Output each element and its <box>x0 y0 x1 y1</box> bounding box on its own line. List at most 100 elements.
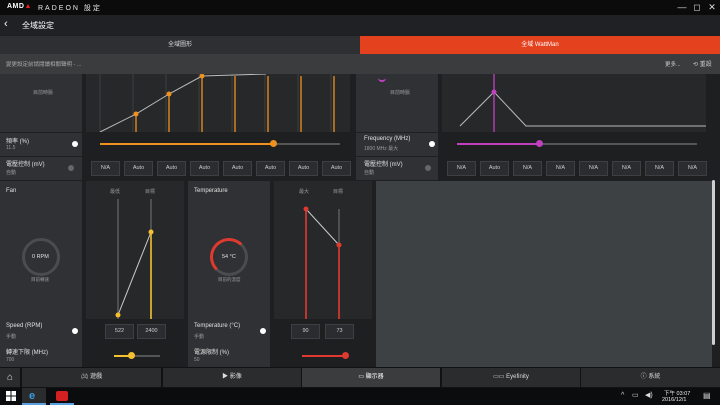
mem-voltage-state-2[interactable]: N/A <box>513 161 542 176</box>
close-button[interactable]: ✕ <box>706 1 718 13</box>
temp-target-value[interactable]: 73 <box>325 324 354 339</box>
nav-gaming[interactable]: 🎮︎ 遊戲 <box>22 368 161 387</box>
volume-icon[interactable]: ◀) <box>645 391 653 399</box>
restore-button[interactable]: ◻ <box>691 1 703 13</box>
mem-freq-slider-fill <box>457 143 539 145</box>
nav-eyefinity[interactable]: ▭▭ Eyefinity <box>442 368 580 387</box>
fan-min-value[interactable]: 522 <box>105 324 134 339</box>
fan-min-slider-track[interactable] <box>114 352 160 359</box>
mem-voltage-state-3[interactable]: N/A <box>546 161 575 176</box>
gpu-freq-slider-handle[interactable] <box>270 140 277 147</box>
temp-max-point[interactable] <box>303 206 309 212</box>
gpu-freq-slider-track[interactable] <box>100 140 340 147</box>
fan-speed-toggle[interactable] <box>72 328 78 334</box>
mem-clock-graph <box>442 74 706 132</box>
windows-start-icon[interactable] <box>6 391 16 401</box>
taskbar-date[interactable]: 2016/12/1 <box>662 397 686 403</box>
mem-voltage-state-7[interactable]: N/A <box>678 161 707 176</box>
nav-eyefinity-label: Eyefinity <box>506 374 529 380</box>
mem-voltage-state-4[interactable]: N/A <box>579 161 608 176</box>
gpu-voltage-state-4[interactable]: Auto <box>223 161 252 176</box>
back-button[interactable]: ‹ <box>4 18 8 30</box>
mem-voltage-state-0[interactable]: N/A <box>447 161 476 176</box>
fan-col-target: 目標 <box>145 189 156 195</box>
fan-target-value[interactable]: 2400 <box>137 324 166 339</box>
gamepad-icon: 🎮︎ <box>80 374 91 380</box>
mem-voltage-label: 電壓控制 (mV) <box>364 162 403 168</box>
gpu-state-point[interactable] <box>199 73 205 79</box>
temp-reading-caption: 目前的溫度 <box>218 277 241 282</box>
edge-taskbar-button[interactable]: e <box>22 388 46 405</box>
gpu-state-point[interactable] <box>166 91 172 97</box>
gpu-gauge-caption: 目前時脈 <box>33 90 54 96</box>
gpu-voltage-state-7[interactable]: Auto <box>322 161 351 176</box>
power-slider-track[interactable] <box>302 352 349 359</box>
app-title: RADEON 設定 <box>38 5 102 12</box>
eyefinity-icon: ▭▭ <box>493 374 507 380</box>
mem-freq-slider-handle[interactable] <box>536 140 543 147</box>
temp-max-value[interactable]: 90 <box>291 324 320 339</box>
nav-video[interactable]: ▶ 影像 <box>163 368 301 387</box>
gpu-freq-slider-fill <box>100 143 273 145</box>
radeon-taskbar-button[interactable] <box>50 388 74 405</box>
fan-min-slider-handle[interactable] <box>128 352 135 359</box>
gpu-voltage-toggle[interactable] <box>68 165 74 171</box>
gpu-voltage-state-3[interactable]: Auto <box>190 161 219 176</box>
minimize-button[interactable]: — <box>676 1 688 13</box>
empty-area <box>376 181 712 367</box>
fan-min-point[interactable] <box>115 312 121 318</box>
temp-title: Temperature <box>194 188 228 194</box>
tab-global-wattman[interactable]: 全域 WattMan <box>360 36 720 54</box>
power-slider-handle[interactable] <box>342 352 349 359</box>
mem-voltage-state-1[interactable]: Auto <box>480 161 509 176</box>
temp-target-point[interactable] <box>336 242 342 248</box>
taskbar-time[interactable]: 下午 03:07 <box>664 389 690 397</box>
gpu-freq-toggle[interactable] <box>72 141 78 147</box>
taskbar <box>0 388 720 405</box>
fan-curve-graph <box>86 181 184 319</box>
gpu-state-point[interactable] <box>133 111 139 117</box>
gpu-voltage-label: 電壓控制 (mV) <box>6 162 45 168</box>
fan-target-point[interactable] <box>148 229 154 235</box>
gpu-voltage-state-1[interactable]: Auto <box>124 161 153 176</box>
play-icon: ▶ <box>222 374 230 380</box>
page-title: 全域設定 <box>22 21 54 30</box>
fan-speed-mode: 手動 <box>6 334 17 340</box>
mem-voltage-state-5[interactable]: N/A <box>612 161 641 176</box>
mem-freq-slider-track[interactable] <box>457 140 697 147</box>
more-link[interactable]: 更多... <box>665 60 681 68</box>
mem-gauge-arc <box>378 74 386 82</box>
fan-title: Fan <box>6 188 17 194</box>
tray-chevron-icon[interactable]: ^ <box>621 392 624 399</box>
nav-display[interactable]: ▭ 顯示器 <box>302 368 440 387</box>
home-icon[interactable]: ⌂ <box>0 368 20 387</box>
action-center-icon[interactable]: ▤ <box>703 391 711 400</box>
power-label: 電源限制 (%) <box>194 350 229 356</box>
mem-voltage-state-6[interactable]: N/A <box>645 161 674 176</box>
gpu-voltage-state-2[interactable]: Auto <box>157 161 186 176</box>
edge-icon: e <box>29 390 36 402</box>
tab-global-graphics[interactable]: 全域圖形 <box>0 36 360 54</box>
mem-freq-value: 1800 MHz 最大 <box>364 146 399 152</box>
temp-col-max: 最大 <box>299 189 310 195</box>
mem-freq-toggle[interactable] <box>429 141 435 147</box>
reset-label: 重設 <box>699 62 712 68</box>
gpu-voltage-mode: 自動 <box>6 170 17 176</box>
fan-min-limit: 700 <box>6 357 15 363</box>
gpu-voltage-state-5[interactable]: Auto <box>256 161 285 176</box>
mem-gauge-panel <box>356 74 438 132</box>
mem-voltage-toggle[interactable] <box>425 165 431 171</box>
gpu-voltage-state-0[interactable]: N/A <box>91 161 120 176</box>
temp-reading: 54 °C <box>222 254 236 260</box>
fan-rpm-value: 0 RPM <box>32 254 49 260</box>
scrollbar-thumb[interactable] <box>712 180 715 345</box>
reset-button[interactable]: ⟲ 重設 <box>693 59 712 68</box>
network-icon[interactable]: ▭ <box>632 391 639 399</box>
nav-system[interactable]: ⓘ 系統 <box>581 368 720 387</box>
gpu-voltage-state-6[interactable]: Auto <box>289 161 318 176</box>
title-bar <box>0 0 720 15</box>
temp-toggle[interactable] <box>260 328 266 334</box>
gpu-clock-graph <box>86 73 350 133</box>
gpu-gauge-panel <box>0 74 82 132</box>
mem-state-point[interactable] <box>491 89 497 95</box>
